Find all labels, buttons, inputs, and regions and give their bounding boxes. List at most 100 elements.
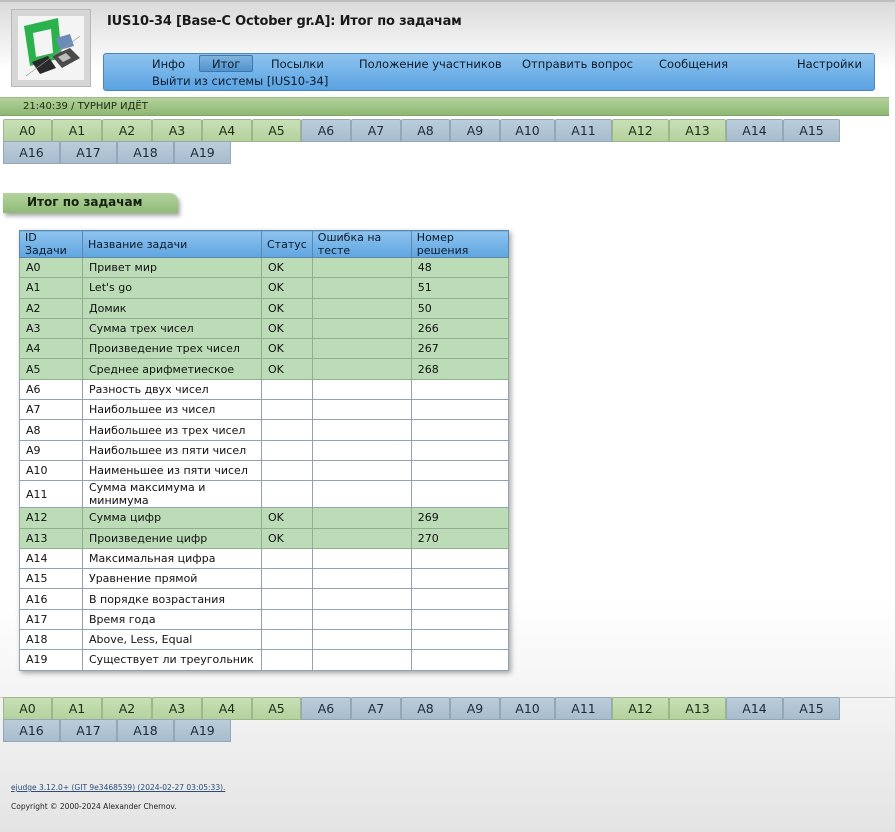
menu-item-logout[interactable]: Выйти из системы [IUS10-34] [152, 73, 328, 90]
problem-tab-a12[interactable]: A12 [612, 119, 669, 142]
problem-tab-a0[interactable]: A0 [3, 119, 52, 142]
problem-id-cell: A3 [19, 317, 83, 340]
problem-tab-a14[interactable]: A14 [726, 119, 783, 142]
problem-id-cell: A6 [19, 378, 83, 401]
table-row: A15 Уравнение прямой [19, 568, 509, 590]
contest-state: ТУРНИР ИДЁТ [77, 101, 148, 112]
menu-item-send-question[interactable]: Отправить вопрос [522, 56, 633, 73]
table-row: A0 Привет мир OK 48 [19, 256, 509, 279]
problem-status-cell: OK [261, 297, 313, 319]
table-row: A10 Наименьшее из пяти чисел [19, 459, 509, 482]
failed-test-cell [311, 317, 412, 340]
problem-bottom-tab-a16[interactable]: A16 [3, 719, 60, 742]
problem-bottom-tab-a11[interactable]: A11 [555, 697, 612, 720]
failed-test-cell [311, 527, 412, 549]
menu-item-info[interactable]: Инфо [152, 56, 185, 73]
problem-tab-a17[interactable]: A17 [60, 141, 117, 164]
failed-test-cell [311, 547, 412, 570]
problem-name-cell: Максимальная цифра [82, 547, 262, 570]
run-id-cell: 50 [410, 297, 509, 319]
problem-name-cell: Наибольшее из пяти чисел [82, 439, 262, 461]
problem-bottom-tab-a17[interactable]: A17 [60, 719, 117, 742]
problem-tab-a15[interactable]: A15 [783, 119, 840, 142]
problem-tab-a9[interactable]: A9 [450, 119, 500, 142]
problem-tab-a11[interactable]: A11 [555, 119, 612, 142]
problem-status-cell [261, 480, 313, 509]
problem-name-cell: Сумма цифр [82, 507, 262, 529]
problem-name-cell: Сумма трех чисел [82, 317, 262, 340]
problem-tab-a8[interactable]: A8 [401, 119, 450, 142]
problem-bottom-tab-a13[interactable]: A13 [669, 697, 726, 720]
problem-id-cell: A0 [19, 256, 83, 279]
problem-summary-table: ID Задачи Название задачи Статус Ошибка … [19, 230, 509, 671]
problem-bottom-tab-a14[interactable]: A14 [726, 697, 783, 720]
problem-status-cell: OK [261, 507, 313, 529]
run-id-cell [410, 547, 509, 570]
problem-bottom-tab-a15[interactable]: A15 [783, 697, 840, 720]
problem-bottom-tab-a5[interactable]: A5 [252, 697, 301, 720]
problem-name-cell: Let's go [82, 277, 262, 299]
problem-status-cell [261, 419, 313, 441]
problem-bottom-tab-a6[interactable]: A6 [301, 697, 351, 720]
problem-bottom-tab-a7[interactable]: A7 [351, 697, 401, 720]
version-link[interactable]: ejudge 3.12.0+ (GIT 9e3468539) (2024-02-… [11, 783, 223, 792]
menu-item-settings[interactable]: Настройки [797, 56, 862, 73]
run-id-cell [410, 399, 509, 421]
problem-status-cell: OK [261, 256, 313, 279]
problem-bottom-tab-a10[interactable]: A10 [500, 697, 555, 720]
problem-bottom-tab-a12[interactable]: A12 [612, 697, 669, 720]
problem-id-cell: A11 [19, 480, 83, 509]
menu-item-runs[interactable]: Посылки [271, 56, 324, 73]
menu-item-standings[interactable]: Положение участников [359, 56, 502, 73]
contest-status-bar: 21:40:39 / ТУРНИР ИДЁТ [0, 97, 889, 116]
column-header-status: Статус [261, 230, 313, 258]
failed-test-cell [311, 338, 412, 360]
table-row: A16 В порядке возрастания [19, 588, 509, 610]
problem-tab-a5[interactable]: A5 [252, 119, 301, 142]
table-row: A13 Произведение цифр OK 270 [19, 527, 509, 549]
run-id-cell: 266 [410, 317, 509, 340]
top-edge [0, 0, 895, 2]
problem-tab-a10[interactable]: A10 [500, 119, 555, 142]
problem-bottom-tab-a4[interactable]: A4 [202, 697, 252, 720]
problem-id-cell: A13 [19, 527, 83, 549]
problem-status-cell: OK [261, 317, 313, 340]
table-row: A6 Разность двух чисел [19, 378, 509, 401]
table-row: A7 Наибольшее из чисел [19, 399, 509, 421]
problem-bottom-tab-a2[interactable]: A2 [102, 697, 152, 720]
problem-tab-a4[interactable]: A4 [202, 119, 252, 142]
table-row: A1 Let's go OK 51 [19, 277, 509, 299]
problem-bottom-tab-a19[interactable]: A19 [174, 719, 231, 742]
table-row: A2 Домик OK 50 [19, 297, 509, 319]
problem-name-cell: Наибольшее из чисел [82, 399, 262, 421]
failed-test-cell [311, 256, 412, 279]
table-row: A5 Среднее арифметиеское OK 268 [19, 358, 509, 380]
column-header-failed-test: Ошибка на тесте [311, 230, 412, 258]
problem-tab-a1[interactable]: A1 [52, 119, 102, 142]
run-id-cell: 48 [410, 256, 509, 279]
problem-bottom-tab-a1[interactable]: A1 [52, 697, 102, 720]
problem-id-cell: A19 [19, 649, 83, 671]
problem-tab-a3[interactable]: A3 [152, 119, 202, 142]
failed-test-cell [311, 378, 412, 401]
table-row: A12 Сумма цифр OK 269 [19, 507, 509, 529]
problem-bottom-tab-a18[interactable]: A18 [117, 719, 174, 742]
problem-tab-a6[interactable]: A6 [301, 119, 351, 142]
problem-status-cell: OK [261, 277, 313, 299]
problem-tab-a7[interactable]: A7 [351, 119, 401, 142]
problem-id-cell: A10 [19, 459, 83, 482]
problem-name-cell: Среднее арифметиеское [82, 358, 262, 380]
problem-status-cell [261, 588, 313, 610]
problem-bottom-tab-a3[interactable]: A3 [152, 697, 202, 720]
problem-tab-a18[interactable]: A18 [117, 141, 174, 164]
problem-bottom-tab-a9[interactable]: A9 [450, 697, 500, 720]
problem-tab-a2[interactable]: A2 [102, 119, 152, 142]
problem-bottom-tab-a0[interactable]: A0 [3, 697, 52, 720]
menu-item-summary[interactable]: Итог [199, 55, 254, 72]
problem-status-cell [261, 399, 313, 421]
problem-tab-a16[interactable]: A16 [3, 141, 60, 164]
problem-tab-a19[interactable]: A19 [174, 141, 231, 164]
problem-bottom-tab-a8[interactable]: A8 [401, 697, 450, 720]
menu-item-messages[interactable]: Сообщения [659, 56, 728, 73]
problem-tab-a13[interactable]: A13 [669, 119, 726, 142]
